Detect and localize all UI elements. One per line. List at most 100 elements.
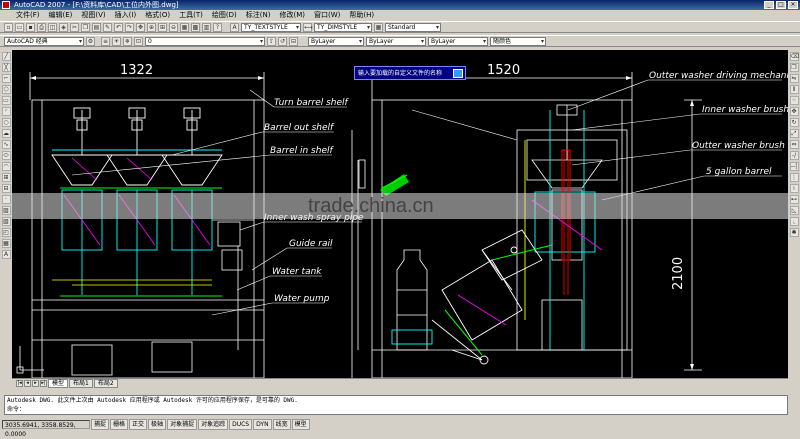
- polyline-icon[interactable]: ⌐: [1, 74, 11, 83]
- snap-toggle[interactable]: 捕捉: [91, 419, 110, 430]
- command-prompt-line[interactable]: 命令：: [5, 405, 787, 414]
- print-icon[interactable]: ⎙: [37, 22, 46, 32]
- maximize-icon[interactable]: □: [776, 1, 786, 9]
- explode-icon[interactable]: ✱: [789, 228, 799, 237]
- layer-select[interactable]: 0: [145, 36, 265, 46]
- lineweight-select[interactable]: ByLayer: [428, 36, 488, 46]
- table-style-select[interactable]: Standard: [385, 22, 441, 32]
- hatch-icon[interactable]: ▨: [1, 206, 11, 215]
- osnap-toggle[interactable]: 对象捕捉: [167, 419, 198, 430]
- help-icon[interactable]: ?: [213, 22, 222, 32]
- menu-file[interactable]: 文件(F): [12, 10, 44, 21]
- properties-icon[interactable]: ▦: [180, 22, 189, 32]
- layer-on-icon[interactable]: ☀: [112, 36, 121, 46]
- menu-format[interactable]: 格式(O): [141, 10, 174, 21]
- zoom-window-icon[interactable]: ⊞: [158, 22, 167, 32]
- rectangle-icon[interactable]: ▭: [1, 96, 11, 105]
- join-icon[interactable]: ⊷: [789, 195, 799, 204]
- text-style-icon[interactable]: A: [230, 22, 239, 32]
- drawing-canvas[interactable]: 1322 1520 2100 Turn barrel shelf Barrel …: [12, 50, 788, 378]
- model-toggle[interactable]: 模型: [291, 419, 310, 430]
- command-window[interactable]: Autodesk DWG. 此文件上次由 Autodesk 应用程序或 Auto…: [4, 395, 788, 415]
- menu-view[interactable]: 视图(V): [77, 10, 109, 21]
- region-icon[interactable]: ◰: [1, 228, 11, 237]
- scale-icon[interactable]: ⤢: [789, 129, 799, 138]
- preview-icon[interactable]: ◫: [48, 22, 57, 32]
- text-style-select[interactable]: TY_TEXTSTYLE: [241, 22, 301, 32]
- dyn-toggle[interactable]: DYN: [253, 419, 272, 430]
- menu-edit[interactable]: 编辑(E): [45, 10, 77, 21]
- circle-icon[interactable]: ○: [1, 118, 11, 127]
- array-icon[interactable]: ⁘: [789, 96, 799, 105]
- layer-manager-icon[interactable]: ≡: [101, 36, 110, 46]
- break-icon[interactable]: ⁞: [789, 184, 799, 193]
- break-at-point-icon[interactable]: ⋮: [789, 173, 799, 182]
- ellipse-arc-icon[interactable]: ◠: [1, 162, 11, 171]
- polar-toggle[interactable]: 极轴: [148, 419, 167, 430]
- paste-icon[interactable]: ▤: [92, 22, 101, 32]
- layer-lock-icon[interactable]: ⊡: [134, 36, 143, 46]
- new-file-icon[interactable]: ▫: [4, 22, 13, 32]
- menu-dimension[interactable]: 标注(N): [242, 10, 275, 21]
- offset-icon[interactable]: ⫴: [789, 85, 799, 94]
- ellipse-icon[interactable]: ⬭: [1, 151, 11, 160]
- dim-style-icon[interactable]: ⟷: [303, 22, 313, 32]
- line-icon[interactable]: ╱: [1, 52, 11, 61]
- insert-block-icon[interactable]: ⊞: [1, 173, 11, 182]
- copy-object-icon[interactable]: ❐: [789, 63, 799, 72]
- zoom-previous-icon[interactable]: ⊖: [169, 22, 178, 32]
- menu-modify[interactable]: 修改(M): [275, 10, 309, 21]
- otrack-toggle[interactable]: 对象追踪: [198, 419, 229, 430]
- spline-icon[interactable]: ∿: [1, 140, 11, 149]
- grid-toggle[interactable]: 栅格: [110, 419, 129, 430]
- menu-help[interactable]: 帮助(H): [345, 10, 378, 21]
- workspace-select[interactable]: AutoCAD 经典: [4, 36, 84, 46]
- first-tab-icon[interactable]: |◂: [16, 379, 23, 387]
- point-icon[interactable]: ·: [1, 195, 11, 204]
- tool-palettes-icon[interactable]: ▥: [202, 22, 211, 32]
- menu-draw[interactable]: 绘图(D): [208, 10, 241, 21]
- autocad-app-icon[interactable]: [2, 1, 10, 9]
- ortho-toggle[interactable]: 正交: [129, 419, 148, 430]
- menu-tools[interactable]: 工具(T): [175, 10, 207, 21]
- layer-states-icon[interactable]: ⊟: [289, 36, 298, 46]
- match-properties-icon[interactable]: ✎: [103, 22, 112, 32]
- tab-model[interactable]: 模型: [48, 378, 69, 388]
- redo-icon[interactable]: ↷: [125, 22, 134, 32]
- extend-icon[interactable]: --|: [789, 162, 799, 171]
- tab-layout1[interactable]: 布局1: [69, 378, 93, 388]
- linetype-select[interactable]: ByLayer: [366, 36, 426, 46]
- tab-layout2[interactable]: 布局2: [93, 378, 118, 388]
- open-file-icon[interactable]: ▭: [15, 22, 24, 32]
- table-icon[interactable]: ▦: [1, 239, 11, 248]
- next-tab-icon[interactable]: ▸: [32, 379, 39, 387]
- construction-line-icon[interactable]: ╳: [1, 63, 11, 72]
- save-icon[interactable]: ▪: [26, 22, 35, 32]
- gradient-icon[interactable]: ▧: [1, 217, 11, 226]
- move-icon[interactable]: ✥: [789, 107, 799, 116]
- mtext-icon[interactable]: A: [1, 250, 11, 259]
- color-select[interactable]: ByLayer: [308, 36, 364, 46]
- erase-icon[interactable]: ⌫: [789, 52, 799, 61]
- lineweight-toggle[interactable]: 线宽: [272, 419, 291, 430]
- stretch-icon[interactable]: ⇔: [789, 140, 799, 149]
- last-tab-icon[interactable]: ▸|: [40, 379, 47, 387]
- revision-cloud-icon[interactable]: ☁: [1, 129, 11, 138]
- cut-icon[interactable]: ✂: [70, 22, 79, 32]
- layer-previous-icon[interactable]: ↺: [278, 36, 287, 46]
- workspace-settings-icon[interactable]: ⚙: [86, 36, 95, 46]
- table-style-icon[interactable]: ▦: [374, 22, 383, 32]
- trim-icon[interactable]: -/: [789, 151, 799, 160]
- menu-insert[interactable]: 插入(I): [111, 10, 141, 21]
- chamfer-icon[interactable]: ◺: [789, 206, 799, 215]
- make-current-layer-icon[interactable]: ⇪: [267, 36, 276, 46]
- plot-style-select[interactable]: 随颜色: [490, 36, 546, 46]
- minimize-icon[interactable]: _: [764, 1, 774, 9]
- close-icon[interactable]: ×: [788, 1, 798, 9]
- prompt-input-box[interactable]: [453, 69, 463, 78]
- design-center-icon[interactable]: ▩: [191, 22, 200, 32]
- arc-icon[interactable]: ◜: [1, 107, 11, 116]
- menu-window[interactable]: 窗口(W): [310, 10, 344, 21]
- polygon-icon[interactable]: ⬡: [1, 85, 11, 94]
- mirror-icon[interactable]: ⇋: [789, 74, 799, 83]
